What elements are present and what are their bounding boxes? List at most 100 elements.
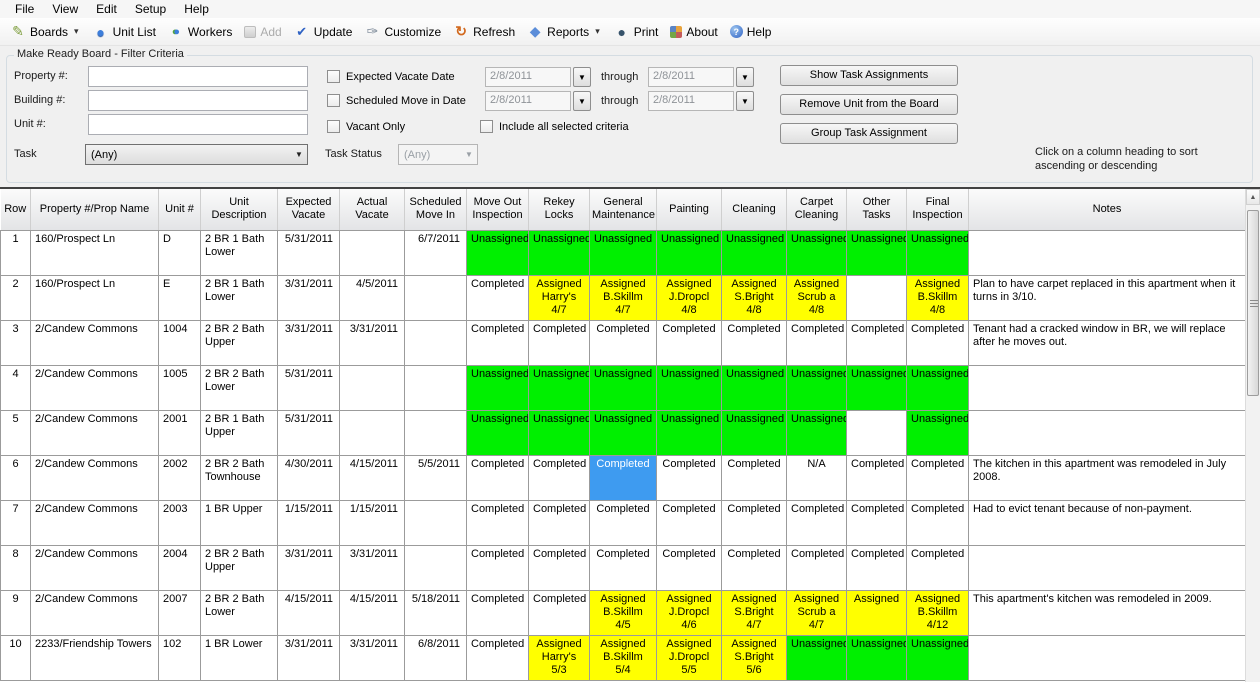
move-out-inspection-cell[interactable]: Completed xyxy=(467,455,529,500)
expected-vacate-cell[interactable]: 3/31/2011 xyxy=(278,545,340,590)
painting-cell[interactable]: Unassigned xyxy=(657,410,722,455)
carpet-cleaning-cell[interactable]: Unassigned xyxy=(787,365,847,410)
other-tasks-cell[interactable]: Unassigned xyxy=(847,230,907,275)
unit-description-cell[interactable]: 2 BR 2 Bath Upper xyxy=(201,545,278,590)
actual-vacate-cell[interactable] xyxy=(340,230,405,275)
toolbar-update-button[interactable]: Update xyxy=(288,21,359,43)
actual-vacate-cell[interactable]: 4/15/2011 xyxy=(340,590,405,635)
final-inspection-cell[interactable]: Completed xyxy=(907,455,969,500)
carpet-cleaning-cell[interactable]: Assigned Scrub a 4/7 xyxy=(787,590,847,635)
column-header-rekey-locks[interactable]: Rekey Locks xyxy=(529,189,590,230)
other-tasks-cell[interactable]: Assigned xyxy=(847,590,907,635)
column-header-move-out-inspection[interactable]: Move Out Inspection xyxy=(467,189,529,230)
unit-description-cell[interactable]: 2 BR 2 Bath Upper xyxy=(201,320,278,365)
expected-vacate-cell[interactable]: 4/30/2011 xyxy=(278,455,340,500)
notes-cell[interactable]: Plan to have carpet replaced in this apa… xyxy=(969,275,1246,320)
column-header-unit-description[interactable]: Unit Description xyxy=(201,189,278,230)
toolbar-help-button[interactable]: Help xyxy=(724,22,778,42)
group-task-assignment-button[interactable]: Group Task Assignment xyxy=(780,123,958,144)
final-inspection-cell[interactable]: Unassigned xyxy=(907,635,969,680)
unit-number-cell[interactable]: 2002 xyxy=(159,455,201,500)
toolbar-boards-button[interactable]: Boards▾ xyxy=(4,21,87,43)
task-dropdown[interactable]: (Any) ▼ xyxy=(85,144,308,165)
actual-vacate-cell[interactable]: 3/31/2011 xyxy=(340,320,405,365)
column-header-notes[interactable]: Notes xyxy=(969,189,1246,230)
carpet-cleaning-cell[interactable]: Unassigned xyxy=(787,410,847,455)
final-inspection-cell[interactable]: Completed xyxy=(907,320,969,365)
rekey-locks-cell[interactable]: Completed xyxy=(529,590,590,635)
row-number-cell[interactable]: 1 xyxy=(1,230,31,275)
row-number-cell[interactable]: 6 xyxy=(1,455,31,500)
row-number-cell[interactable]: 4 xyxy=(1,365,31,410)
move-out-inspection-cell[interactable]: Completed xyxy=(467,545,529,590)
general-maintenance-cell[interactable]: Assigned B.Skillm 5/4 xyxy=(590,635,657,680)
unit-number-cell[interactable]: 2004 xyxy=(159,545,201,590)
move-out-inspection-cell[interactable]: Unassigned xyxy=(467,365,529,410)
notes-cell[interactable]: The kitchen in this apartment was remode… xyxy=(969,455,1246,500)
cleaning-cell[interactable]: Unassigned xyxy=(722,365,787,410)
toolbar-about-button[interactable]: About xyxy=(664,22,723,42)
row-number-cell[interactable]: 5 xyxy=(1,410,31,455)
property-name-cell[interactable]: 160/Prospect Ln xyxy=(31,275,159,320)
general-maintenance-cell[interactable]: Completed xyxy=(590,500,657,545)
scheduled-move-in-cell[interactable]: 5/5/2011 xyxy=(405,455,467,500)
include-all-criteria-checkbox[interactable] xyxy=(480,120,493,133)
final-inspection-cell[interactable]: Assigned B.Skillm 4/8 xyxy=(907,275,969,320)
property-name-cell[interactable]: 2/Candew Commons xyxy=(31,545,159,590)
scheduled-move-in-cell[interactable] xyxy=(405,275,467,320)
actual-vacate-cell[interactable] xyxy=(340,365,405,410)
scheduled-move-in-cell[interactable] xyxy=(405,500,467,545)
notes-cell[interactable] xyxy=(969,230,1246,275)
toolbar-workers-button[interactable]: Workers xyxy=(162,21,238,43)
scrollbar-thumb[interactable] xyxy=(1247,210,1259,396)
scheduled-move-in-cell[interactable] xyxy=(405,320,467,365)
expected-vacate-cell[interactable]: 3/31/2011 xyxy=(278,635,340,680)
carpet-cleaning-cell[interactable]: Completed xyxy=(787,320,847,365)
unit-description-cell[interactable]: 2 BR 2 Bath Lower xyxy=(201,365,278,410)
unit-number-cell[interactable]: 1004 xyxy=(159,320,201,365)
column-header-scheduled-move-in[interactable]: Scheduled Move In xyxy=(405,189,467,230)
actual-vacate-cell[interactable]: 1/15/2011 xyxy=(340,500,405,545)
carpet-cleaning-cell[interactable]: Unassigned xyxy=(787,635,847,680)
painting-cell[interactable]: Completed xyxy=(657,500,722,545)
unit-number-input[interactable] xyxy=(88,114,308,135)
actual-vacate-cell[interactable]: 4/15/2011 xyxy=(340,455,405,500)
column-header-carpet-cleaning[interactable]: Carpet Cleaning xyxy=(787,189,847,230)
column-header-cleaning[interactable]: Cleaning xyxy=(722,189,787,230)
menu-setup[interactable]: Setup xyxy=(126,1,175,17)
unit-description-cell[interactable]: 2 BR 2 Bath Townhouse xyxy=(201,455,278,500)
actual-vacate-cell[interactable] xyxy=(340,410,405,455)
expected-vacate-cell[interactable]: 5/31/2011 xyxy=(278,365,340,410)
show-task-assignments-button[interactable]: Show Task Assignments xyxy=(780,65,958,86)
rekey-locks-cell[interactable]: Assigned Harry's 5/3 xyxy=(529,635,590,680)
actual-vacate-cell[interactable]: 3/31/2011 xyxy=(340,635,405,680)
toolbar-print-button[interactable]: Print xyxy=(608,21,665,43)
toolbar-refresh-button[interactable]: Refresh xyxy=(447,21,521,43)
column-header-expected-vacate[interactable]: Expected Vacate xyxy=(278,189,340,230)
unit-number-cell[interactable]: 2003 xyxy=(159,500,201,545)
row-number-cell[interactable]: 10 xyxy=(1,635,31,680)
vertical-scrollbar[interactable]: ▲ xyxy=(1245,189,1260,682)
remove-unit-from-board-button[interactable]: Remove Unit from the Board xyxy=(780,94,958,115)
rekey-locks-cell[interactable]: Completed xyxy=(529,545,590,590)
property-name-cell[interactable]: 2/Candew Commons xyxy=(31,410,159,455)
other-tasks-cell[interactable]: Completed xyxy=(847,320,907,365)
property-name-cell[interactable]: 2/Candew Commons xyxy=(31,455,159,500)
column-header-general-maintenance[interactable]: General Maintenance xyxy=(590,189,657,230)
rekey-locks-cell[interactable]: Unassigned xyxy=(529,230,590,275)
property-name-cell[interactable]: 160/Prospect Ln xyxy=(31,230,159,275)
general-maintenance-cell[interactable]: Assigned B.Skillm 4/7 xyxy=(590,275,657,320)
row-number-cell[interactable]: 3 xyxy=(1,320,31,365)
cleaning-cell[interactable]: Completed xyxy=(722,545,787,590)
move-out-inspection-cell[interactable]: Completed xyxy=(467,500,529,545)
final-inspection-cell[interactable]: Completed xyxy=(907,545,969,590)
property-name-cell[interactable]: 2/Candew Commons xyxy=(31,590,159,635)
expected-vacate-cell[interactable]: 1/15/2011 xyxy=(278,500,340,545)
rekey-locks-cell[interactable]: Completed xyxy=(529,500,590,545)
rekey-locks-cell[interactable]: Unassigned xyxy=(529,410,590,455)
general-maintenance-cell[interactable]: Unassigned xyxy=(590,410,657,455)
unit-description-cell[interactable]: 2 BR 1 Bath Lower xyxy=(201,230,278,275)
final-inspection-cell[interactable]: Completed xyxy=(907,500,969,545)
column-header-property-prop-name[interactable]: Property #/Prop Name xyxy=(31,189,159,230)
painting-cell[interactable]: Assigned J.Dropcl 5/5 xyxy=(657,635,722,680)
